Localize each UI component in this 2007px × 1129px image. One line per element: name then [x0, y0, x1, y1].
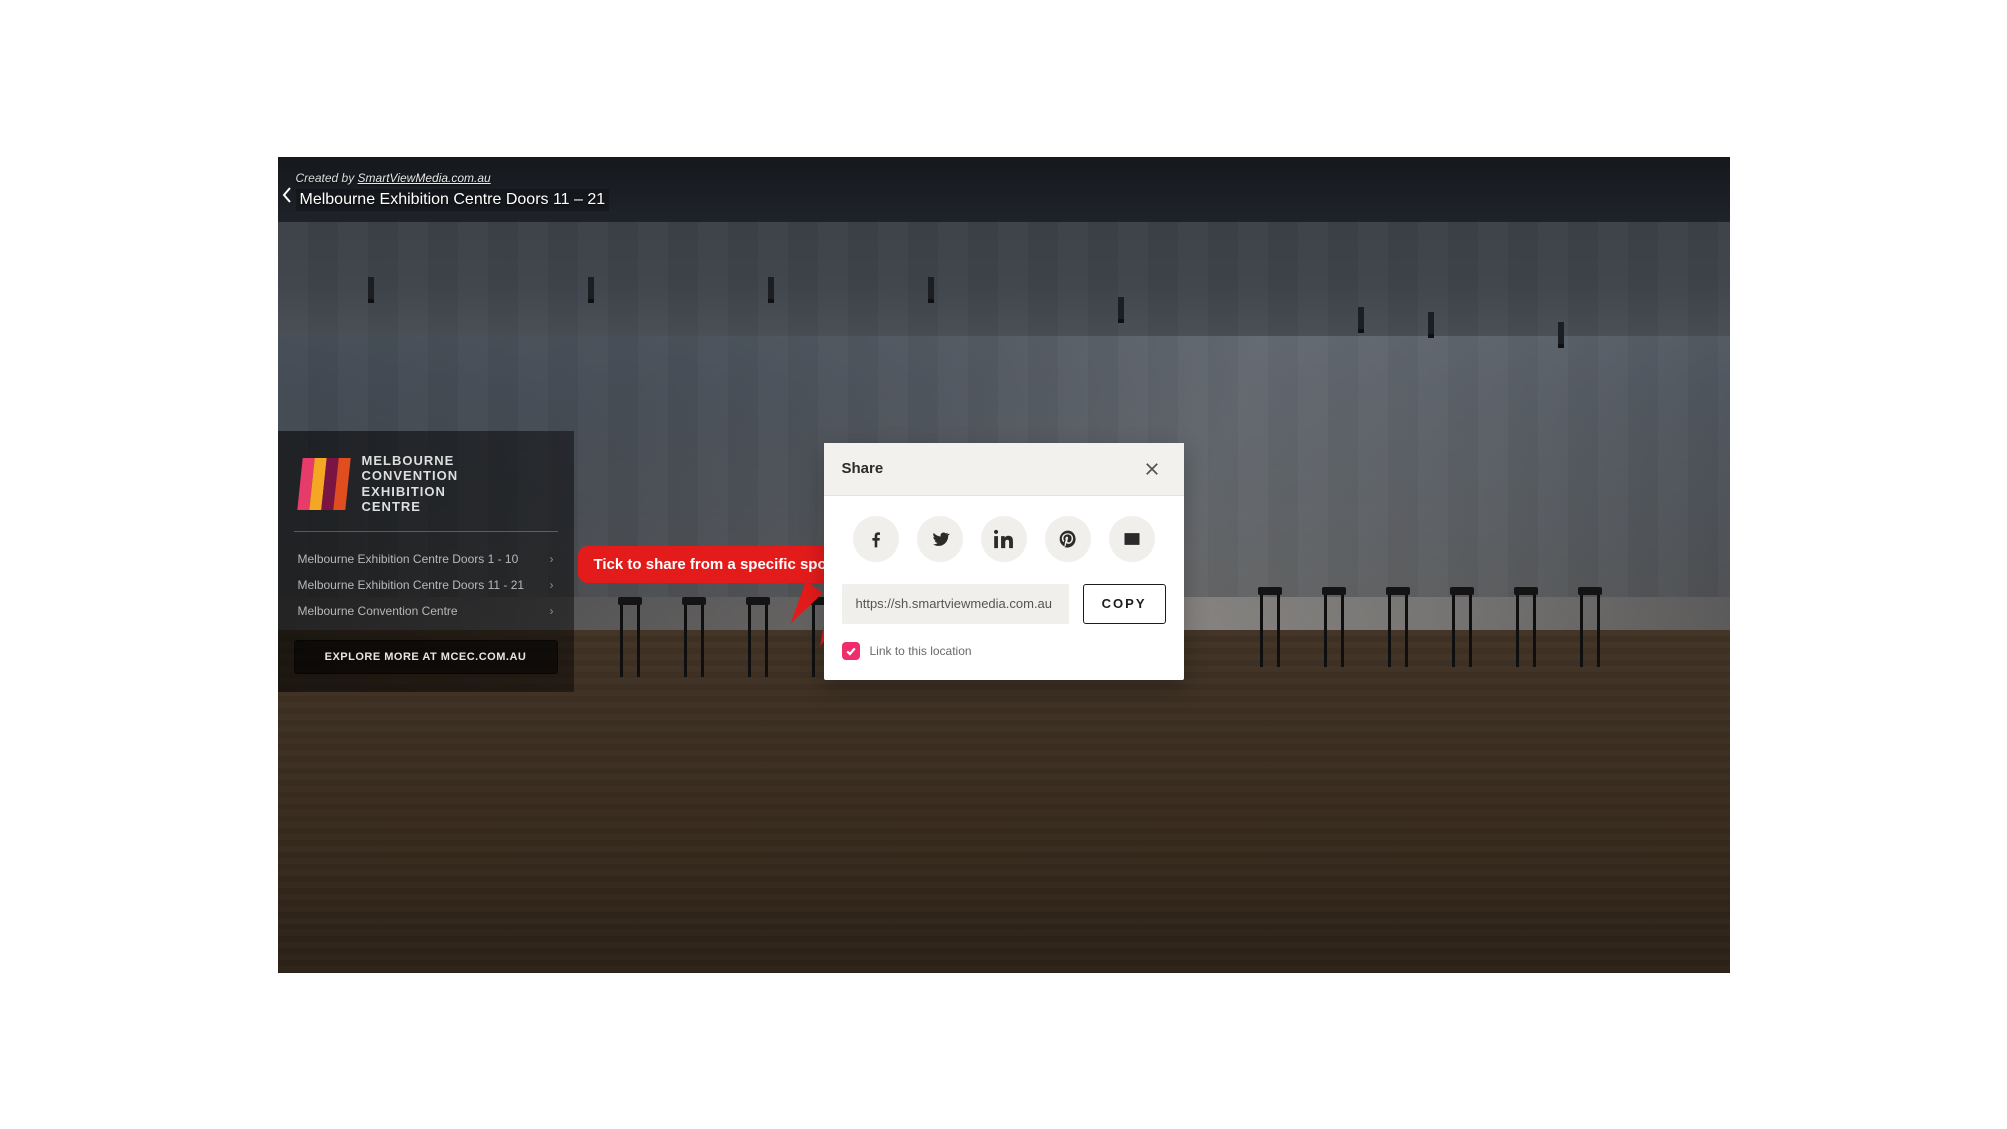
chevron-right-icon: ›: [550, 552, 554, 566]
share-modal: Share: [824, 443, 1184, 680]
share-title: Share: [842, 460, 884, 477]
downlight-icon: [1358, 307, 1364, 329]
back-button[interactable]: [280, 185, 294, 205]
sidebar-item-doors-1-10[interactable]: Melbourne Exhibition Centre Doors 1 - 10…: [294, 550, 558, 568]
share-email-button[interactable]: [1109, 516, 1155, 562]
check-icon: [845, 645, 857, 657]
mcec-logo-line: CONVENTION: [362, 468, 459, 484]
downlight-icon: [928, 277, 934, 299]
close-icon: [1145, 462, 1159, 476]
downlight-icon: [1118, 297, 1124, 319]
share-twitter-button[interactable]: [917, 516, 963, 562]
sidebar-item-label: Melbourne Exhibition Centre Doors 1 - 10: [298, 552, 519, 566]
credit-prefix: Created by: [296, 171, 358, 185]
instruction-callout: Tick to share from a specific spot: [578, 546, 848, 583]
share-body: COPY Link to this location: [824, 496, 1184, 680]
chevron-right-icon: ›: [550, 578, 554, 592]
topbar: Created by SmartViewMedia.com.au Melbour…: [296, 171, 610, 211]
sidebar-item-convention-centre[interactable]: Melbourne Convention Centre ›: [294, 602, 558, 620]
callout-text: Tick to share from a specific spot: [594, 556, 832, 573]
share-url-input[interactable]: [842, 584, 1069, 624]
downlight-icon: [1428, 312, 1434, 334]
mcec-logo-line: MELBOURNE: [362, 453, 459, 469]
sidebar-item-label: Melbourne Exhibition Centre Doors 11 - 2…: [298, 578, 525, 592]
credit-link[interactable]: SmartViewMedia.com.au: [358, 171, 491, 185]
linkedin-icon: [994, 529, 1014, 549]
link-location-checkbox[interactable]: [842, 642, 860, 660]
mcec-logo-line: CENTRE: [362, 499, 459, 515]
mcec-logo-text: MELBOURNE CONVENTION EXHIBITION CENTRE: [362, 453, 459, 515]
share-linkedin-button[interactable]: [981, 516, 1027, 562]
furniture-silhouette: [1258, 587, 1602, 667]
location-list: Melbourne Exhibition Centre Doors 1 - 10…: [294, 532, 558, 628]
downlight-icon: [1558, 322, 1564, 344]
copy-button[interactable]: COPY: [1083, 584, 1166, 624]
chevron-left-icon: [282, 187, 292, 203]
link-location-row: Link to this location: [842, 642, 1166, 660]
chevron-right-icon: ›: [550, 604, 554, 618]
location-title: Melbourne Exhibition Centre Doors 11 – 2…: [296, 189, 610, 211]
credit-line: Created by SmartViewMedia.com.au: [296, 171, 610, 185]
mcec-logo-block: MELBOURNE CONVENTION EXHIBITION CENTRE: [294, 431, 558, 532]
sidebar-item-doors-11-21[interactable]: Melbourne Exhibition Centre Doors 11 - 2…: [294, 576, 558, 594]
panorama-viewer[interactable]: Created by SmartViewMedia.com.au Melbour…: [278, 157, 1730, 973]
share-pinterest-button[interactable]: [1045, 516, 1091, 562]
downlight-icon: [768, 277, 774, 299]
sidebar-item-label: Melbourne Convention Centre: [298, 604, 458, 618]
social-row: [842, 516, 1166, 562]
email-icon: [1122, 529, 1142, 549]
mcec-logo-line: EXHIBITION: [362, 484, 459, 500]
share-header: Share: [824, 443, 1184, 496]
explore-more-button[interactable]: EXPLORE MORE AT MCEC.COM.AU: [294, 640, 558, 674]
side-panel: MELBOURNE CONVENTION EXHIBITION CENTRE M…: [278, 431, 574, 692]
close-button[interactable]: [1138, 455, 1166, 483]
mcec-logo-icon: [300, 458, 348, 510]
twitter-icon: [930, 529, 950, 549]
facebook-icon: [866, 529, 886, 549]
downlight-icon: [368, 277, 374, 299]
pinterest-icon: [1058, 529, 1078, 549]
share-url-row: COPY: [842, 584, 1166, 624]
downlight-icon: [588, 277, 594, 299]
share-facebook-button[interactable]: [853, 516, 899, 562]
link-location-label: Link to this location: [870, 644, 972, 658]
